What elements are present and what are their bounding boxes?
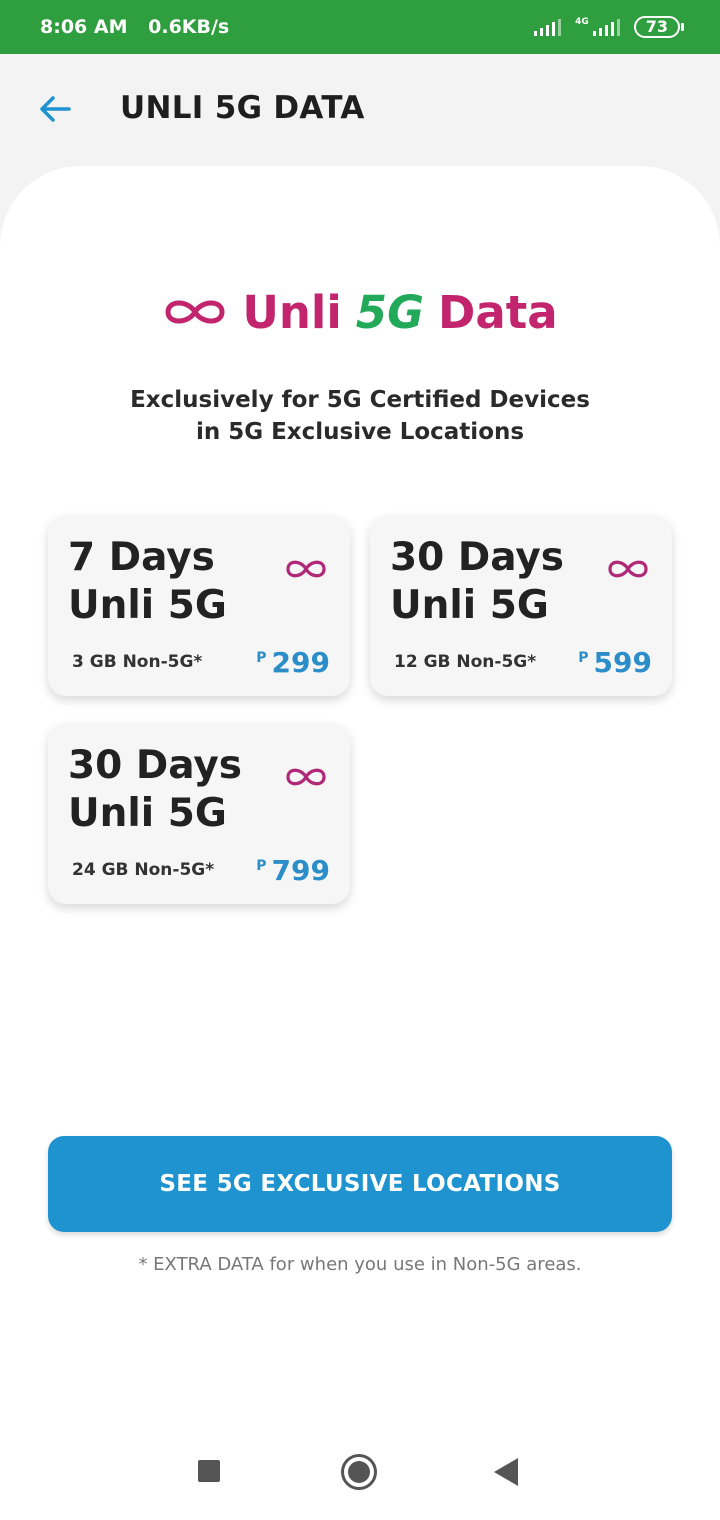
battery-icon: 73 — [633, 16, 685, 38]
price-amount: 799 — [271, 854, 330, 887]
plan-allowance: 3 GB Non-5G* — [72, 652, 203, 672]
system-nav-bar — [0, 1420, 720, 1520]
plan-price: P 299 — [256, 646, 330, 680]
currency-symbol: P — [578, 650, 589, 666]
content-sheet: Unli 5G Data Exclusively for 5G Certifie… — [0, 166, 720, 1520]
back-button[interactable] — [38, 92, 72, 126]
arrow-left-icon — [40, 96, 71, 122]
tagline-line-1: Exclusively for 5G Certified Devices — [130, 387, 590, 413]
plan-allowance: 24 GB Non-5G* — [72, 860, 215, 880]
status-right: 4G 73 — [534, 16, 685, 38]
app-bar: UNLI 5G DATA — [0, 54, 720, 166]
plan-card-30-days-12gb[interactable]: 30 Days Unli 5G 12 GB Non-5G* P 599 — [370, 516, 672, 696]
network-type: 4G — [575, 17, 589, 27]
infinity-icon — [286, 768, 326, 786]
status-bar: 8:06 AM 0.6KB/s 4G 73 — [0, 0, 720, 54]
plan-price: P 599 — [578, 646, 652, 680]
signal-4g-icon — [592, 18, 620, 36]
currency-symbol: P — [256, 650, 267, 666]
see-5g-locations-button[interactable]: SEE 5G EXCLUSIVE LOCATIONS — [48, 1136, 672, 1232]
page-title: UNLI 5G DATA — [120, 90, 365, 126]
infinity-icon — [608, 560, 648, 578]
plan-title: 30 Days Unli 5G — [390, 534, 600, 630]
plan-duration: 30 Days — [390, 535, 564, 580]
plan-duration: 7 Days — [68, 535, 215, 580]
plan-type: Unli 5G — [390, 583, 549, 628]
tagline: Exclusively for 5G Certified Devices in … — [0, 384, 720, 448]
brand-logo: Unli 5G Data — [0, 284, 720, 340]
plan-price: P 799 — [256, 854, 330, 888]
plan-allowance: 12 GB Non-5G* — [394, 652, 537, 672]
plan-type: Unli 5G — [68, 583, 227, 628]
price-amount: 599 — [593, 646, 652, 679]
brand-word-data: Data — [438, 285, 558, 339]
plan-card-7-days[interactable]: 7 Days Unli 5G 3 GB Non-5G* P 299 — [48, 516, 350, 696]
infinity-icon — [165, 300, 225, 324]
status-time: 8:06 AM — [40, 16, 128, 38]
signal-icon — [534, 18, 562, 36]
infinity-icon — [286, 560, 326, 578]
triangle-back-icon[interactable] — [494, 1458, 518, 1486]
status-speed: 0.6KB/s — [148, 16, 230, 38]
plan-title: 30 Days Unli 5G — [68, 742, 278, 838]
plan-type: Unli 5G — [68, 791, 227, 836]
currency-symbol: P — [256, 858, 267, 874]
brand-word-5g: 5G — [355, 285, 425, 339]
plan-title: 7 Days Unli 5G — [68, 534, 278, 630]
status-left: 8:06 AM 0.6KB/s — [40, 16, 243, 38]
price-amount: 299 — [271, 646, 330, 679]
network-indicator: 4G — [575, 18, 620, 36]
footnote: * EXTRA DATA for when you use in Non-5G … — [138, 1254, 582, 1275]
tagline-line-2: in 5G Exclusive Locations — [195, 419, 525, 445]
square-recents-icon[interactable] — [198, 1460, 220, 1482]
plan-card-30-days-24gb[interactable]: 30 Days Unli 5G 24 GB Non-5G* P 799 — [48, 724, 350, 904]
circle-home-icon[interactable] — [341, 1454, 377, 1490]
brand-word-unli: Unli — [242, 285, 342, 339]
plan-duration: 30 Days — [68, 743, 242, 788]
